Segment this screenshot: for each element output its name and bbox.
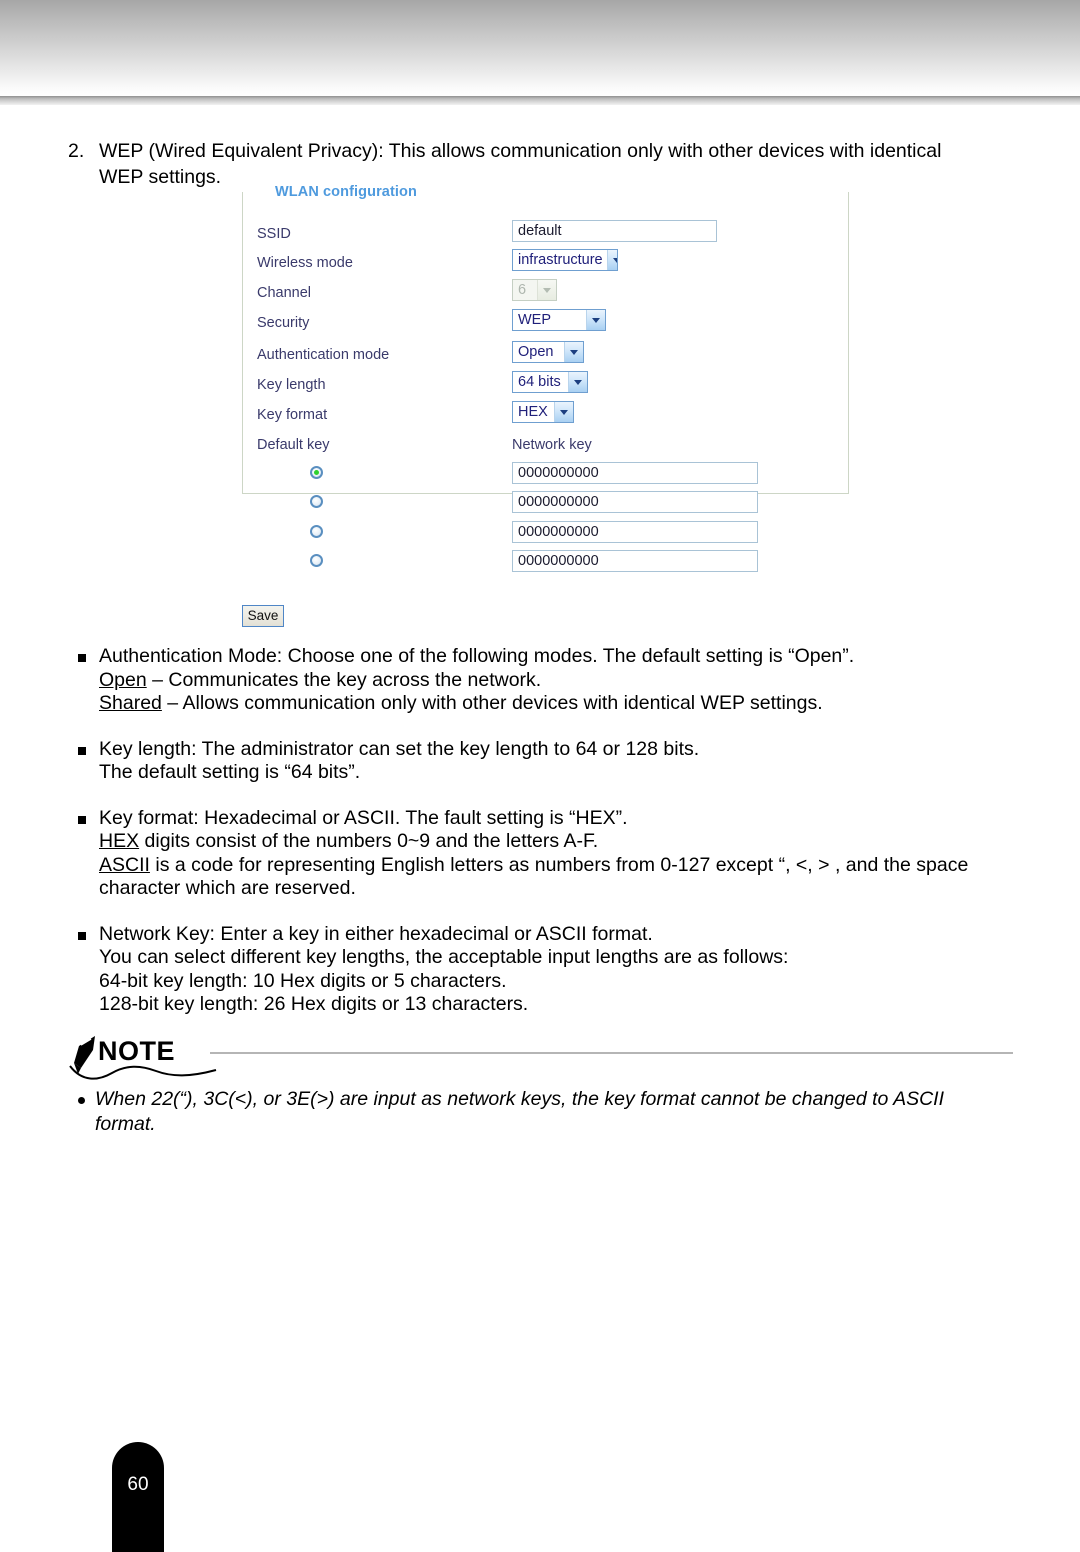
network-key-input-3[interactable]: 0000000000 [512,521,758,543]
bullet-4-line-3: 64-bit key length: 10 Hex digits or 5 ch… [99,969,507,992]
bullet-3-line-2: HEX digits consist of the numbers 0~9 an… [99,830,1013,854]
ssid-label: SSID [257,226,291,242]
chevron-down-icon[interactable] [568,372,587,392]
wireless-mode-select[interactable]: infrastructure [512,249,618,271]
bullet-3-line-1: Key format: Hexadecimal or ASCII. The fa… [99,806,628,829]
chevron-down-icon[interactable] [564,342,583,362]
chevron-down-icon[interactable] [606,250,617,270]
wlan-configuration-legend: WLAN configuration [270,182,422,202]
chevron-down-icon[interactable] [586,310,605,330]
note-header: NOTE [68,1035,1013,1083]
square-bullet-icon [78,746,86,755]
page-header-rule [0,96,1080,105]
network-key-input-2[interactable]: 0000000000 [512,491,758,513]
key-format-value: HEX [518,404,548,420]
chevron-down-icon[interactable] [554,402,573,422]
bullet-list: Authentication Mode: Choose one of the f… [78,645,1013,1039]
square-bullet-icon [78,654,86,662]
channel-select: 6 [512,279,557,301]
network-key-label: Network key [512,437,592,453]
page-number: 60 [127,1474,149,1495]
bullet-2-line-2: The default setting is “64 bits”. [99,761,361,783]
default-key-radio-2[interactable] [310,495,323,508]
bullet-1-line-1: Authentication Mode: Choose one of the f… [99,645,855,667]
note-squiggle-underline [69,1065,217,1080]
bullet-key-format: Key format: Hexadecimal or ASCII. The fa… [78,807,1013,901]
security-value: WEP [518,312,552,328]
note-line-2: format. [95,1113,156,1135]
key-length-value: 64 bits [518,374,561,390]
square-bullet-icon [78,815,86,824]
key-length-label: Key length [257,377,326,393]
step-line-1: WEP (Wired Equivalent Privacy): This all… [99,140,942,162]
note-section: NOTE When 22(“), 3C(<), or 3E(>) are inp… [68,1035,1013,1137]
chevron-down-icon [537,280,556,300]
page-number-tab [112,1442,164,1552]
default-key-radio-3[interactable] [310,525,323,538]
bullet-3-line-2-rest: digits consist of the numbers 0~9 and th… [139,830,599,852]
step-line-2: WEP settings. [99,166,222,188]
round-bullet-icon [78,1097,85,1104]
ascii-term: ASCII [99,853,150,876]
bullet-authentication-mode: Authentication Mode: Choose one of the f… [78,645,1013,716]
bullet-3-line-4: character which are reserved. [99,877,356,899]
open-term: Open [99,668,147,691]
bullet-1-line-2-rest: – Communicates the key across the networ… [146,668,542,691]
channel-value: 6 [518,282,527,298]
square-bullet-icon [78,931,86,940]
hex-term: HEX [99,830,140,852]
bullet-3-line-3: ASCII is a code for representing English… [99,854,1013,878]
bullet-1-line-3-rest: – Allows communication only with other d… [161,692,823,714]
note-line-1: When 22(“), 3C(<), or 3E(>) are input as… [95,1088,945,1110]
network-key-input-4[interactable]: 0000000000 [512,550,758,572]
key-format-label: Key format [257,407,328,423]
save-button[interactable]: Save [242,605,284,627]
key-length-select[interactable]: 64 bits [512,371,588,393]
authentication-mode-value: Open [518,344,554,360]
bullet-key-length: Key length: The administrator can set th… [78,738,1013,785]
key-format-select[interactable]: HEX [512,401,574,423]
default-key-radio-1[interactable] [310,466,323,479]
authentication-mode-label: Authentication mode [257,347,390,363]
bullet-4-line-2: You can select different key lengths, th… [99,946,789,968]
shared-term: Shared [99,692,162,714]
bullet-1-line-3: Shared – Allows communication only with … [99,692,1013,716]
bullet-2-line-1: Key length: The administrator can set th… [99,737,700,760]
bullet-4-line-1: Network Key: Enter a key in either hexad… [99,922,653,945]
security-label: Security [257,315,310,331]
security-select[interactable]: WEP [512,309,606,331]
network-key-input-1[interactable]: 0000000000 [512,462,758,484]
bullet-4-line-4: 128-bit key length: 26 Hex digits or 13 … [99,993,529,1015]
channel-label: Channel [257,285,312,301]
wireless-mode-label: Wireless mode [257,255,353,271]
bullet-1-line-2: Open – Communicates the key across the n… [99,669,1013,693]
default-key-label: Default key [257,437,330,453]
bullet-3-line-3-rest: is a code for representing English lette… [149,853,969,876]
authentication-mode-select[interactable]: Open [512,341,584,363]
note-divider [210,1052,1013,1054]
bullet-network-key: Network Key: Enter a key in either hexad… [78,923,1013,1017]
step-number: 2. [68,140,85,162]
page-header-band [0,0,1080,96]
wireless-mode-value: infrastructure [518,252,603,268]
step-paragraph: 2. WEP (Wired Equivalent Privacy): This … [68,138,1012,190]
step-text: WEP (Wired Equivalent Privacy): This all… [99,138,1012,190]
ssid-input[interactable]: default [512,220,717,242]
note-item: When 22(“), 3C(<), or 3E(>) are input as… [68,1087,1013,1137]
default-key-radio-4[interactable] [310,554,323,567]
